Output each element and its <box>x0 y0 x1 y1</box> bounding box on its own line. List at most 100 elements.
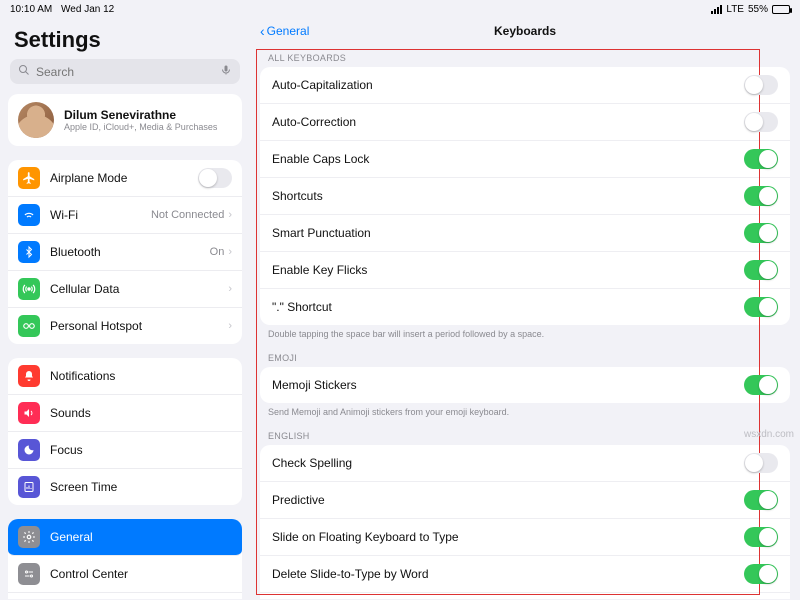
sidebar-item-label: Wi-Fi <box>50 208 151 222</box>
chevron-right-icon: › <box>228 283 232 295</box>
control-icon <box>18 563 40 585</box>
chevron-right-icon: › <box>228 209 232 221</box>
toggle[interactable] <box>744 527 778 547</box>
back-label: General <box>267 24 310 38</box>
notif-icon <box>18 365 40 387</box>
sidebar-item-control[interactable]: Control Center <box>8 556 242 593</box>
avatar <box>18 102 54 138</box>
settings-row[interactable]: Memoji Stickers <box>260 367 790 403</box>
settings-row[interactable]: Slide on Floating Keyboard to Type <box>260 519 790 556</box>
toggle-airplane[interactable] <box>198 168 232 188</box>
toggle[interactable] <box>744 75 778 95</box>
toggle[interactable] <box>744 260 778 280</box>
back-button[interactable]: ‹ General <box>260 23 309 39</box>
row-label: Predictive <box>272 493 325 507</box>
chevron-right-icon: › <box>228 246 232 258</box>
section-header: EMOJI <box>250 345 800 367</box>
settings-row[interactable]: Predictive <box>260 482 790 519</box>
row-label: Delete Slide-to-Type by Word <box>272 567 429 581</box>
row-label: Smart Punctuation <box>272 226 371 240</box>
row-label: Auto-Capitalization <box>272 78 373 92</box>
section-footer: Send Memoji and Animoji stickers from yo… <box>250 403 800 423</box>
sidebar-item-hotspot[interactable]: Personal Hotspot › <box>8 308 242 344</box>
sidebar-group-general: General Control Center AA Display & Brig… <box>8 519 242 599</box>
row-label: Memoji Stickers <box>272 378 357 392</box>
row-label: Enable Key Flicks <box>272 263 367 277</box>
detail-title: Keyboards <box>494 24 556 38</box>
navbar: ‹ General Keyboards <box>250 17 800 45</box>
hotspot-icon <box>18 315 40 337</box>
chevron-right-icon: › <box>228 320 232 332</box>
sounds-icon <box>18 402 40 424</box>
search-field[interactable] <box>10 59 240 84</box>
sidebar-group-alerts: Notifications Sounds Focus Screen Time <box>8 358 242 505</box>
settings-row[interactable]: "." Shortcut <box>260 289 790 325</box>
sidebar-group-connectivity: Airplane Mode Wi-Fi Not Connected › Bluet… <box>8 160 242 344</box>
settings-group: Auto-Capitalization Auto-Correction Enab… <box>260 67 790 325</box>
mic-icon[interactable] <box>220 64 232 79</box>
sidebar-item-screentime[interactable]: Screen Time <box>8 469 242 505</box>
settings-row[interactable]: Shortcuts <box>260 178 790 215</box>
signal-icon <box>711 5 722 14</box>
battery-icon <box>772 5 790 14</box>
screentime-icon <box>18 476 40 498</box>
toggle[interactable] <box>744 149 778 169</box>
profile-sub: Apple ID, iCloud+, Media & Purchases <box>64 122 217 132</box>
profile-card[interactable]: Dilum Senevirathne Apple ID, iCloud+, Me… <box>8 94 242 146</box>
general-icon <box>18 526 40 548</box>
toggle[interactable] <box>744 186 778 206</box>
status-date: Wed Jan 12 <box>61 4 114 15</box>
section-footer: Double tapping the space bar will insert… <box>250 325 800 345</box>
search-input[interactable] <box>36 65 220 79</box>
row-label: Shortcuts <box>272 189 323 203</box>
sidebar-item-sounds[interactable]: Sounds <box>8 395 242 432</box>
search-icon <box>18 64 30 79</box>
sidebar-item-label: General <box>50 530 232 544</box>
airplane-icon <box>18 167 40 189</box>
toggle[interactable] <box>744 453 778 473</box>
settings-row[interactable]: Auto-Capitalization <box>260 67 790 104</box>
sidebar-item-label: Control Center <box>50 567 232 581</box>
settings-row[interactable]: Auto-Correction <box>260 104 790 141</box>
sidebar-item-label: Airplane Mode <box>50 171 198 185</box>
watermark: wsxdn.com <box>744 429 794 440</box>
settings-row[interactable]: Check Spelling <box>260 445 790 482</box>
sidebar-item-wifi[interactable]: Wi-Fi Not Connected › <box>8 197 242 234</box>
battery-pct: 55% <box>748 4 768 15</box>
sidebar-item-label: Bluetooth <box>50 245 210 259</box>
focus-icon <box>18 439 40 461</box>
toggle[interactable] <box>744 223 778 243</box>
settings-row[interactable]: Delete Slide-to-Type by Word <box>260 556 790 593</box>
sidebar-item-bt[interactable]: Bluetooth On› <box>8 234 242 271</box>
toggle[interactable] <box>744 564 778 584</box>
carrier-label: LTE <box>726 4 744 15</box>
profile-name: Dilum Senevirathne <box>64 108 217 122</box>
settings-row[interactable]: Smart Punctuation <box>260 215 790 252</box>
row-value: Not Connected <box>151 209 224 221</box>
sidebar-item-general[interactable]: General <box>8 519 242 556</box>
bt-icon <box>18 241 40 263</box>
sidebar-item-airplane[interactable]: Airplane Mode <box>8 160 242 197</box>
sidebar-item-notif[interactable]: Notifications <box>8 358 242 395</box>
toggle[interactable] <box>744 297 778 317</box>
sidebar-item-label: Focus <box>50 443 232 457</box>
sidebar-item-label: Screen Time <box>50 480 232 494</box>
cell-icon <box>18 278 40 300</box>
sidebar-item-cell[interactable]: Cellular Data › <box>8 271 242 308</box>
sidebar-item-display[interactable]: AA Display & Brightness <box>8 593 242 599</box>
toggle[interactable] <box>744 375 778 395</box>
settings-group: Memoji Stickers <box>260 367 790 403</box>
settings-row[interactable]: Enable Caps Lock <box>260 141 790 178</box>
row-label: "." Shortcut <box>272 300 332 314</box>
row-label: Slide on Floating Keyboard to Type <box>272 530 459 544</box>
wifi-icon <box>18 204 40 226</box>
settings-row[interactable]: Enable Dictation <box>260 593 790 599</box>
sidebar-item-focus[interactable]: Focus <box>8 432 242 469</box>
sidebar-item-label: Sounds <box>50 406 232 420</box>
status-bar: 10:10 AM Wed Jan 12 LTE 55% <box>0 0 800 17</box>
toggle[interactable] <box>744 490 778 510</box>
toggle[interactable] <box>744 112 778 132</box>
section-header: ENGLISH <box>250 423 800 445</box>
status-time: 10:10 AM <box>10 4 52 15</box>
settings-row[interactable]: Enable Key Flicks <box>260 252 790 289</box>
